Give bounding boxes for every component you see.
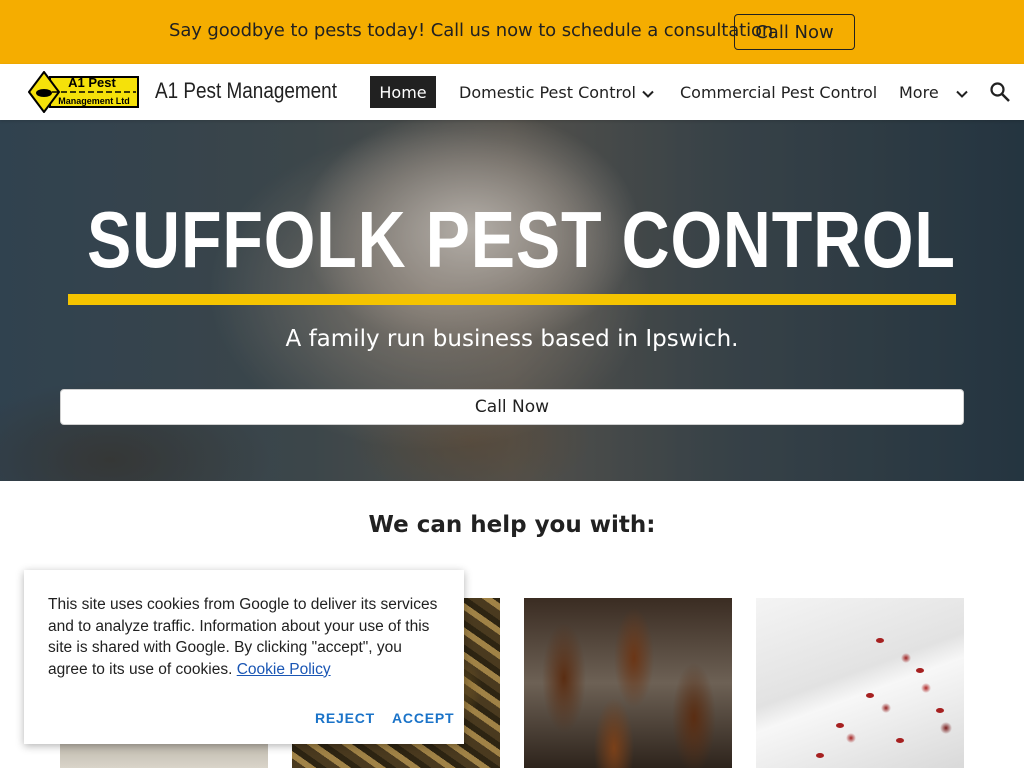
bug-decoration: [916, 668, 924, 673]
search-icon[interactable]: [988, 80, 1012, 104]
site-logo[interactable]: A1 Pest Management Ltd: [28, 71, 140, 113]
site-title[interactable]: A1 Pest Management: [155, 78, 337, 104]
chevron-down-icon[interactable]: [640, 86, 656, 102]
nav-domestic-pest-control[interactable]: Domestic Pest Control: [459, 76, 636, 108]
cookie-consent-dialog: This site uses cookies from Google to de…: [24, 570, 464, 744]
bug-decoration: [876, 638, 884, 643]
bug-decoration: [836, 723, 844, 728]
bug-decoration: [896, 738, 904, 743]
service-card-image-cockroaches[interactable]: [524, 598, 732, 768]
cookie-accept-button[interactable]: ACCEPT: [392, 710, 454, 726]
hero-section: SUFFOLK PEST CONTROL A family run busine…: [0, 120, 1024, 481]
help-heading: We can help you with:: [368, 512, 656, 538]
hero-title: SUFFOLK PEST CONTROL: [87, 195, 956, 284]
hero-subtitle: A family run business based in Ipswich.: [285, 326, 739, 352]
hero-divider: [68, 294, 956, 305]
bug-decoration: [816, 753, 824, 758]
bug-decoration: [866, 693, 874, 698]
logo-line1: A1 Pest: [68, 75, 116, 90]
cookie-reject-button[interactable]: REJECT: [315, 710, 375, 726]
cookie-message: This site uses cookies from Google to de…: [48, 594, 444, 680]
logo-line2: Management Ltd: [58, 96, 130, 106]
announcement-banner: Say goodbye to pests today! Call us now …: [0, 0, 1024, 64]
banner-call-now-button[interactable]: Call Now: [734, 14, 855, 50]
bug-decoration: [936, 708, 944, 713]
banner-text: Say goodbye to pests today! Call us now …: [169, 20, 779, 41]
hero-call-now-button[interactable]: Call Now: [60, 389, 964, 425]
service-card-image-bedbugs[interactable]: [756, 598, 964, 768]
nav-home[interactable]: Home: [370, 76, 436, 108]
nav-more[interactable]: More: [899, 76, 939, 108]
cookie-policy-link[interactable]: Cookie Policy: [237, 661, 331, 678]
nav-commercial-pest-control[interactable]: Commercial Pest Control: [680, 76, 877, 108]
chevron-down-icon[interactable]: [954, 86, 970, 102]
site-header: A1 Pest Management Ltd A1 Pest Managemen…: [0, 64, 1024, 120]
